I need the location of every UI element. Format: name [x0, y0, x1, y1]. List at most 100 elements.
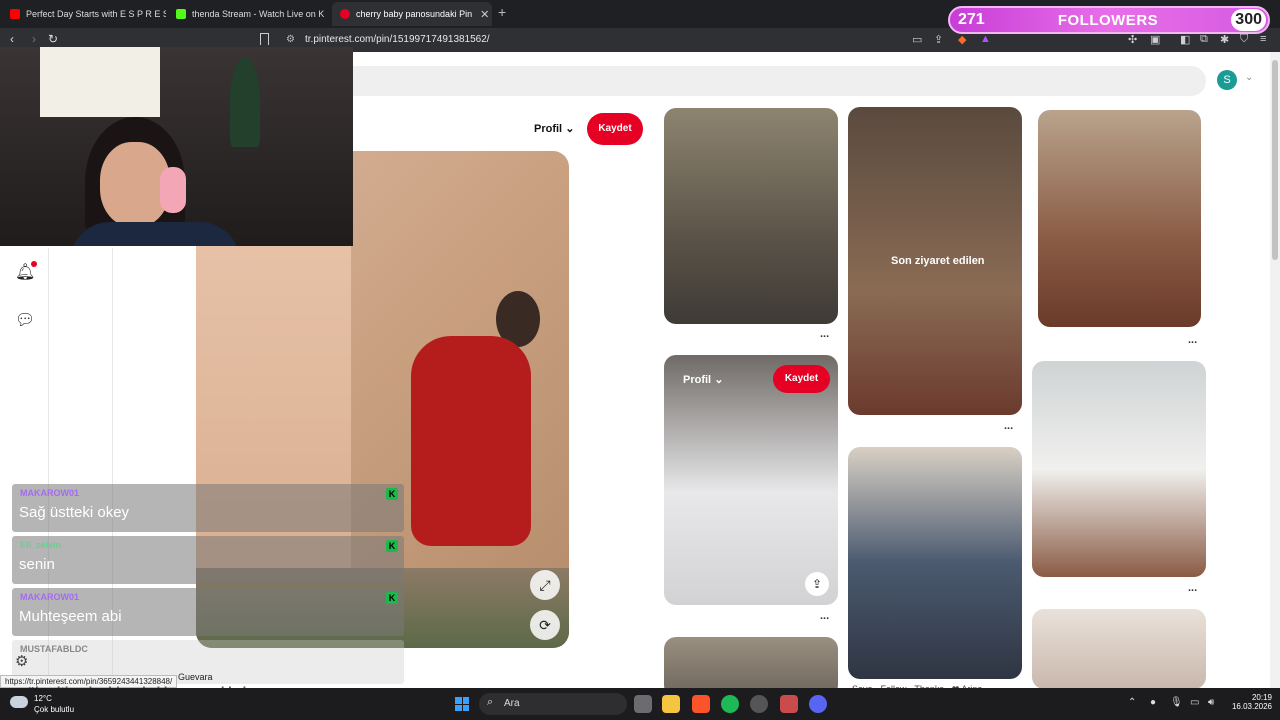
task-view-icon[interactable] — [634, 695, 652, 713]
more-options-icon[interactable]: ... — [1188, 334, 1197, 346]
grid-pin[interactable] — [664, 108, 838, 324]
obs-icon[interactable] — [750, 695, 768, 713]
avatar[interactable]: S — [1217, 70, 1237, 90]
back-icon[interactable]: ‹ — [10, 32, 14, 46]
webcam-window — [40, 47, 160, 117]
menu-icon[interactable]: ≡ — [1260, 33, 1266, 45]
followers-label: FOLLOWERS — [1057, 11, 1159, 29]
tab-kick[interactable]: thenda Stream - Watch Live on K — [168, 2, 328, 26]
taskbar: 12°C Çok bulutlu ⌕ Ara ⌃ ● 🎙︎ ▭ 🔊︎ 20:19… — [0, 688, 1280, 720]
search-icon: ⌕ — [487, 696, 494, 708]
more-options-icon[interactable]: ... — [820, 610, 829, 622]
taskbar-search[interactable]: ⌕ Ara — [479, 693, 627, 715]
rewards-icon[interactable]: ▲ — [980, 33, 991, 45]
search-input[interactable] — [300, 66, 1206, 96]
brave-shield-icon[interactable]: ◆ — [958, 33, 966, 46]
spotify-icon[interactable] — [721, 695, 739, 713]
tab-youtube[interactable]: Perfect Day Starts with E S P R E S S O — [2, 2, 166, 26]
more-options-icon[interactable]: ... — [1188, 582, 1197, 594]
more-options-icon[interactable]: ... — [1004, 420, 1013, 432]
webcam-headset — [160, 167, 186, 213]
time: 20:19 — [1251, 693, 1272, 702]
chat-text: Guevara — [178, 672, 213, 682]
followers-goal: 300 — [1231, 9, 1266, 31]
new-tab-button[interactable]: + — [498, 4, 506, 20]
file-explorer-icon[interactable] — [662, 695, 680, 713]
youtube-icon — [10, 9, 20, 19]
grid-pin[interactable] — [1038, 110, 1201, 327]
shield-icon[interactable]: ⛉ — [1240, 33, 1248, 46]
chat-username: MUSTAFABLDC — [20, 644, 88, 654]
followers-goal-widget: 271 FOLLOWERS 300 — [948, 6, 1270, 34]
chat-message: MAKAROW01 K Muhteşeem abi — [12, 588, 404, 636]
vpn-icon[interactable]: ✱ — [1220, 33, 1229, 46]
share-icon[interactable]: ⇪ — [805, 572, 829, 596]
grid-pin[interactable] — [1032, 361, 1206, 577]
reload-icon[interactable]: ↻ — [48, 32, 58, 46]
brave-icon[interactable] — [692, 695, 710, 713]
save-button[interactable]: Kaydet — [587, 113, 643, 145]
bookmark-icon[interactable] — [260, 33, 269, 45]
profile-label: Profil — [534, 123, 563, 135]
hover-save-button[interactable]: Kaydet — [773, 365, 830, 393]
chevron-down-icon[interactable]: ⌄ — [1245, 72, 1253, 83]
cast-icon[interactable]: ▭ — [912, 33, 922, 46]
sidebar-toggle-icon[interactable]: ◧ — [1180, 33, 1190, 46]
tray-chevron-icon[interactable]: ⌃ — [1128, 697, 1136, 708]
url-field[interactable]: tr.pinterest.com/pin/151997174913815​62/ — [305, 34, 490, 45]
display-icon[interactable]: ▭ — [1190, 697, 1199, 708]
more-options-icon[interactable]: ... — [820, 328, 829, 340]
extensions-icon[interactable]: ✣ — [1128, 33, 1137, 46]
share-icon[interactable]: ⇪ — [934, 33, 943, 46]
chat-message: MAKAROW01 K Sağ üstteki okey — [12, 484, 404, 532]
chat-username: Ell_zelvin — [20, 540, 62, 550]
kick-badge-icon: K — [386, 488, 398, 500]
kick-icon — [176, 9, 186, 19]
weather-temp: 12°C — [34, 694, 52, 703]
grid-pin[interactable] — [1032, 609, 1206, 689]
webcam-overlay — [0, 47, 353, 246]
windows-start-icon[interactable] — [455, 697, 469, 711]
discord-icon[interactable] — [809, 695, 827, 713]
grid-pin[interactable] — [848, 447, 1022, 679]
gear-icon[interactable]: ⚙ — [15, 652, 28, 670]
speaker-icon[interactable]: 🔊︎ — [1208, 697, 1214, 708]
chat-username: MAKAROW01 — [20, 592, 80, 602]
scrollbar-thumb[interactable] — [1272, 60, 1278, 260]
tab-title: Perfect Day Starts with E S P R E S S O — [26, 9, 166, 19]
app-icon[interactable] — [780, 695, 798, 713]
tab-title: thenda Stream - Watch Live on K — [192, 9, 325, 19]
close-tab-icon[interactable]: ✕ — [472, 8, 489, 21]
cloud-icon — [10, 696, 28, 708]
hover-profile-label: Profil — [683, 374, 712, 386]
tab-title: cherry baby panosundaki Pin — [356, 9, 473, 19]
chat-message: Ell_zelvin K senin — [12, 536, 404, 584]
microphone-icon[interactable]: 🎙︎ — [1170, 697, 1183, 708]
hover-profile-dropdown[interactable]: Profil ⌄ — [683, 373, 723, 386]
scrollbar[interactable] — [1270, 52, 1280, 688]
pin-photo-dress — [411, 336, 531, 546]
kick-badge-icon: K — [386, 592, 398, 604]
visual-search-icon[interactable]: ⟳ — [530, 610, 560, 640]
messages-icon[interactable]: 💬︎ — [15, 310, 35, 330]
pinterest-icon — [340, 9, 350, 19]
tab-search-icon[interactable]: ⧉ — [1200, 33, 1208, 46]
clock[interactable]: 20:19 16.03.2026 — [1228, 693, 1272, 711]
profile-dropdown[interactable]: Profil ⌄ — [534, 122, 574, 135]
followers-current: 271 — [958, 11, 985, 28]
webcam-body — [70, 222, 240, 246]
expand-icon[interactable]: ⤢ — [530, 570, 560, 600]
chat-text: Muhteşeem abi — [19, 608, 122, 625]
chevron-down-icon: ⌄ — [565, 123, 575, 135]
notification-dot — [31, 261, 37, 267]
wallet-icon[interactable]: ▣ — [1150, 33, 1160, 46]
webcam-tree — [230, 57, 260, 147]
site-info-icon[interactable]: ⚙ — [286, 34, 295, 45]
tab-pinterest[interactable]: cherry baby panosundaki Pin ✕ — [332, 2, 492, 26]
chat-username: MAKAROW01 — [20, 488, 80, 498]
chevron-down-icon: ⌄ — [714, 374, 724, 386]
chat-text: Sağ üstteki okey — [19, 504, 130, 521]
tray-app-icon[interactable]: ● — [1150, 697, 1156, 708]
forward-icon[interactable]: › — [32, 32, 36, 46]
recently-visited-label: Son ziyaret edilen — [891, 255, 985, 267]
